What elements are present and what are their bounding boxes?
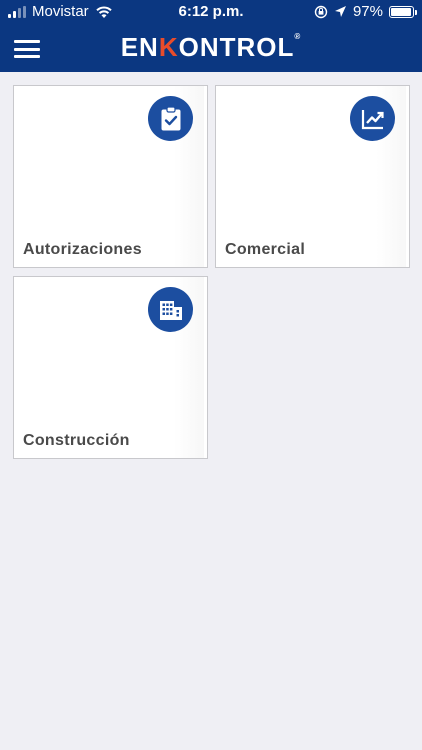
module-label: Comercial: [225, 241, 306, 258]
app-logo: ENKONTROL®: [120, 32, 302, 62]
status-bar: Movistar 6:12 p.m. 97%: [0, 0, 422, 24]
module-card-construccion[interactable]: Construcción: [13, 276, 208, 459]
battery-percent: 97%: [352, 3, 383, 20]
module-card-comercial[interactable]: Comercial: [215, 85, 410, 268]
clipboard-check-icon: [148, 96, 193, 141]
battery-icon: [389, 5, 417, 18]
trending-up-chart-icon: [350, 96, 395, 141]
nav-bar: ENKONTROL®: [0, 28, 422, 72]
location-arrow-icon: [334, 6, 346, 17]
status-right: 97%: [314, 3, 417, 20]
top-bar: Movistar 6:12 p.m. 97% ENKONTROL®: [0, 0, 422, 72]
building-icon: [148, 287, 193, 332]
module-label: Construcción: [23, 432, 130, 449]
module-card-autorizaciones[interactable]: Autorizaciones: [13, 85, 208, 268]
rotation-lock-icon: [314, 5, 328, 18]
module-label: Autorizaciones: [23, 241, 142, 258]
